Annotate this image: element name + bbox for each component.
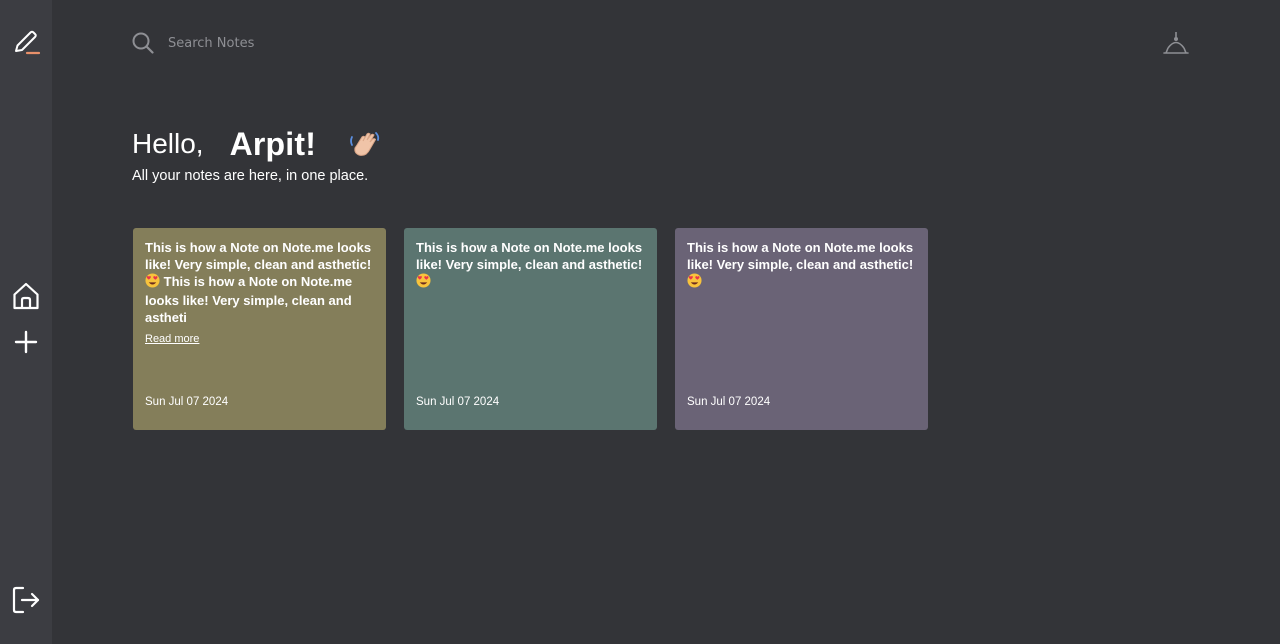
logout-icon[interactable] [10,584,42,616]
note-content: This is how a Note on Note.me looks like… [145,240,374,327]
notes-grid: This is how a Note on Note.me looks like… [133,228,928,430]
plus-icon[interactable] [10,326,42,358]
user-name: Arpit! [229,125,317,162]
greeting: Hello, Arpit! [132,122,382,166]
note-content: This is how a Note on Note.me looks like… [687,240,916,293]
main-content: Hello, Arpit! All your notes are here, i… [52,0,1280,644]
note-date: Sun Jul 07 2024 [145,396,229,408]
heart-eyes-emoji-icon [145,273,160,293]
note-content: This is how a Note on Note.me looks like… [416,240,645,293]
search-bar [132,28,532,58]
note-card[interactable]: This is how a Note on Note.me looks like… [675,228,928,430]
desk-lamp-icon[interactable] [1160,30,1192,58]
note-text: This is how a Note on Note.me looks like… [416,240,643,272]
read-more-link[interactable]: Read more [145,333,199,345]
note-text: This is how a Note on Note.me looks like… [145,274,353,325]
search-icon[interactable] [132,31,156,55]
note-date: Sun Jul 07 2024 [416,396,500,408]
heart-eyes-emoji-icon [416,273,431,293]
sidebar [0,0,52,644]
note-card[interactable]: This is how a Note on Note.me looks like… [404,228,657,430]
heart-eyes-emoji-icon [687,273,702,293]
note-text: This is how a Note on Note.me looks like… [145,240,372,272]
note-card[interactable]: This is how a Note on Note.me looks like… [133,228,386,430]
app: Hello, Arpit! All your notes are here, i… [0,0,1280,644]
greeting-hello: Hello, [132,128,204,159]
pencil-icon[interactable] [10,26,42,58]
waving-hand-icon [348,127,382,161]
search-input[interactable] [168,35,468,51]
home-icon[interactable] [10,280,42,312]
note-date: Sun Jul 07 2024 [687,396,771,408]
note-text: This is how a Note on Note.me looks like… [687,240,914,272]
greeting-subtitle: All your notes are here, in one place. [132,168,369,184]
